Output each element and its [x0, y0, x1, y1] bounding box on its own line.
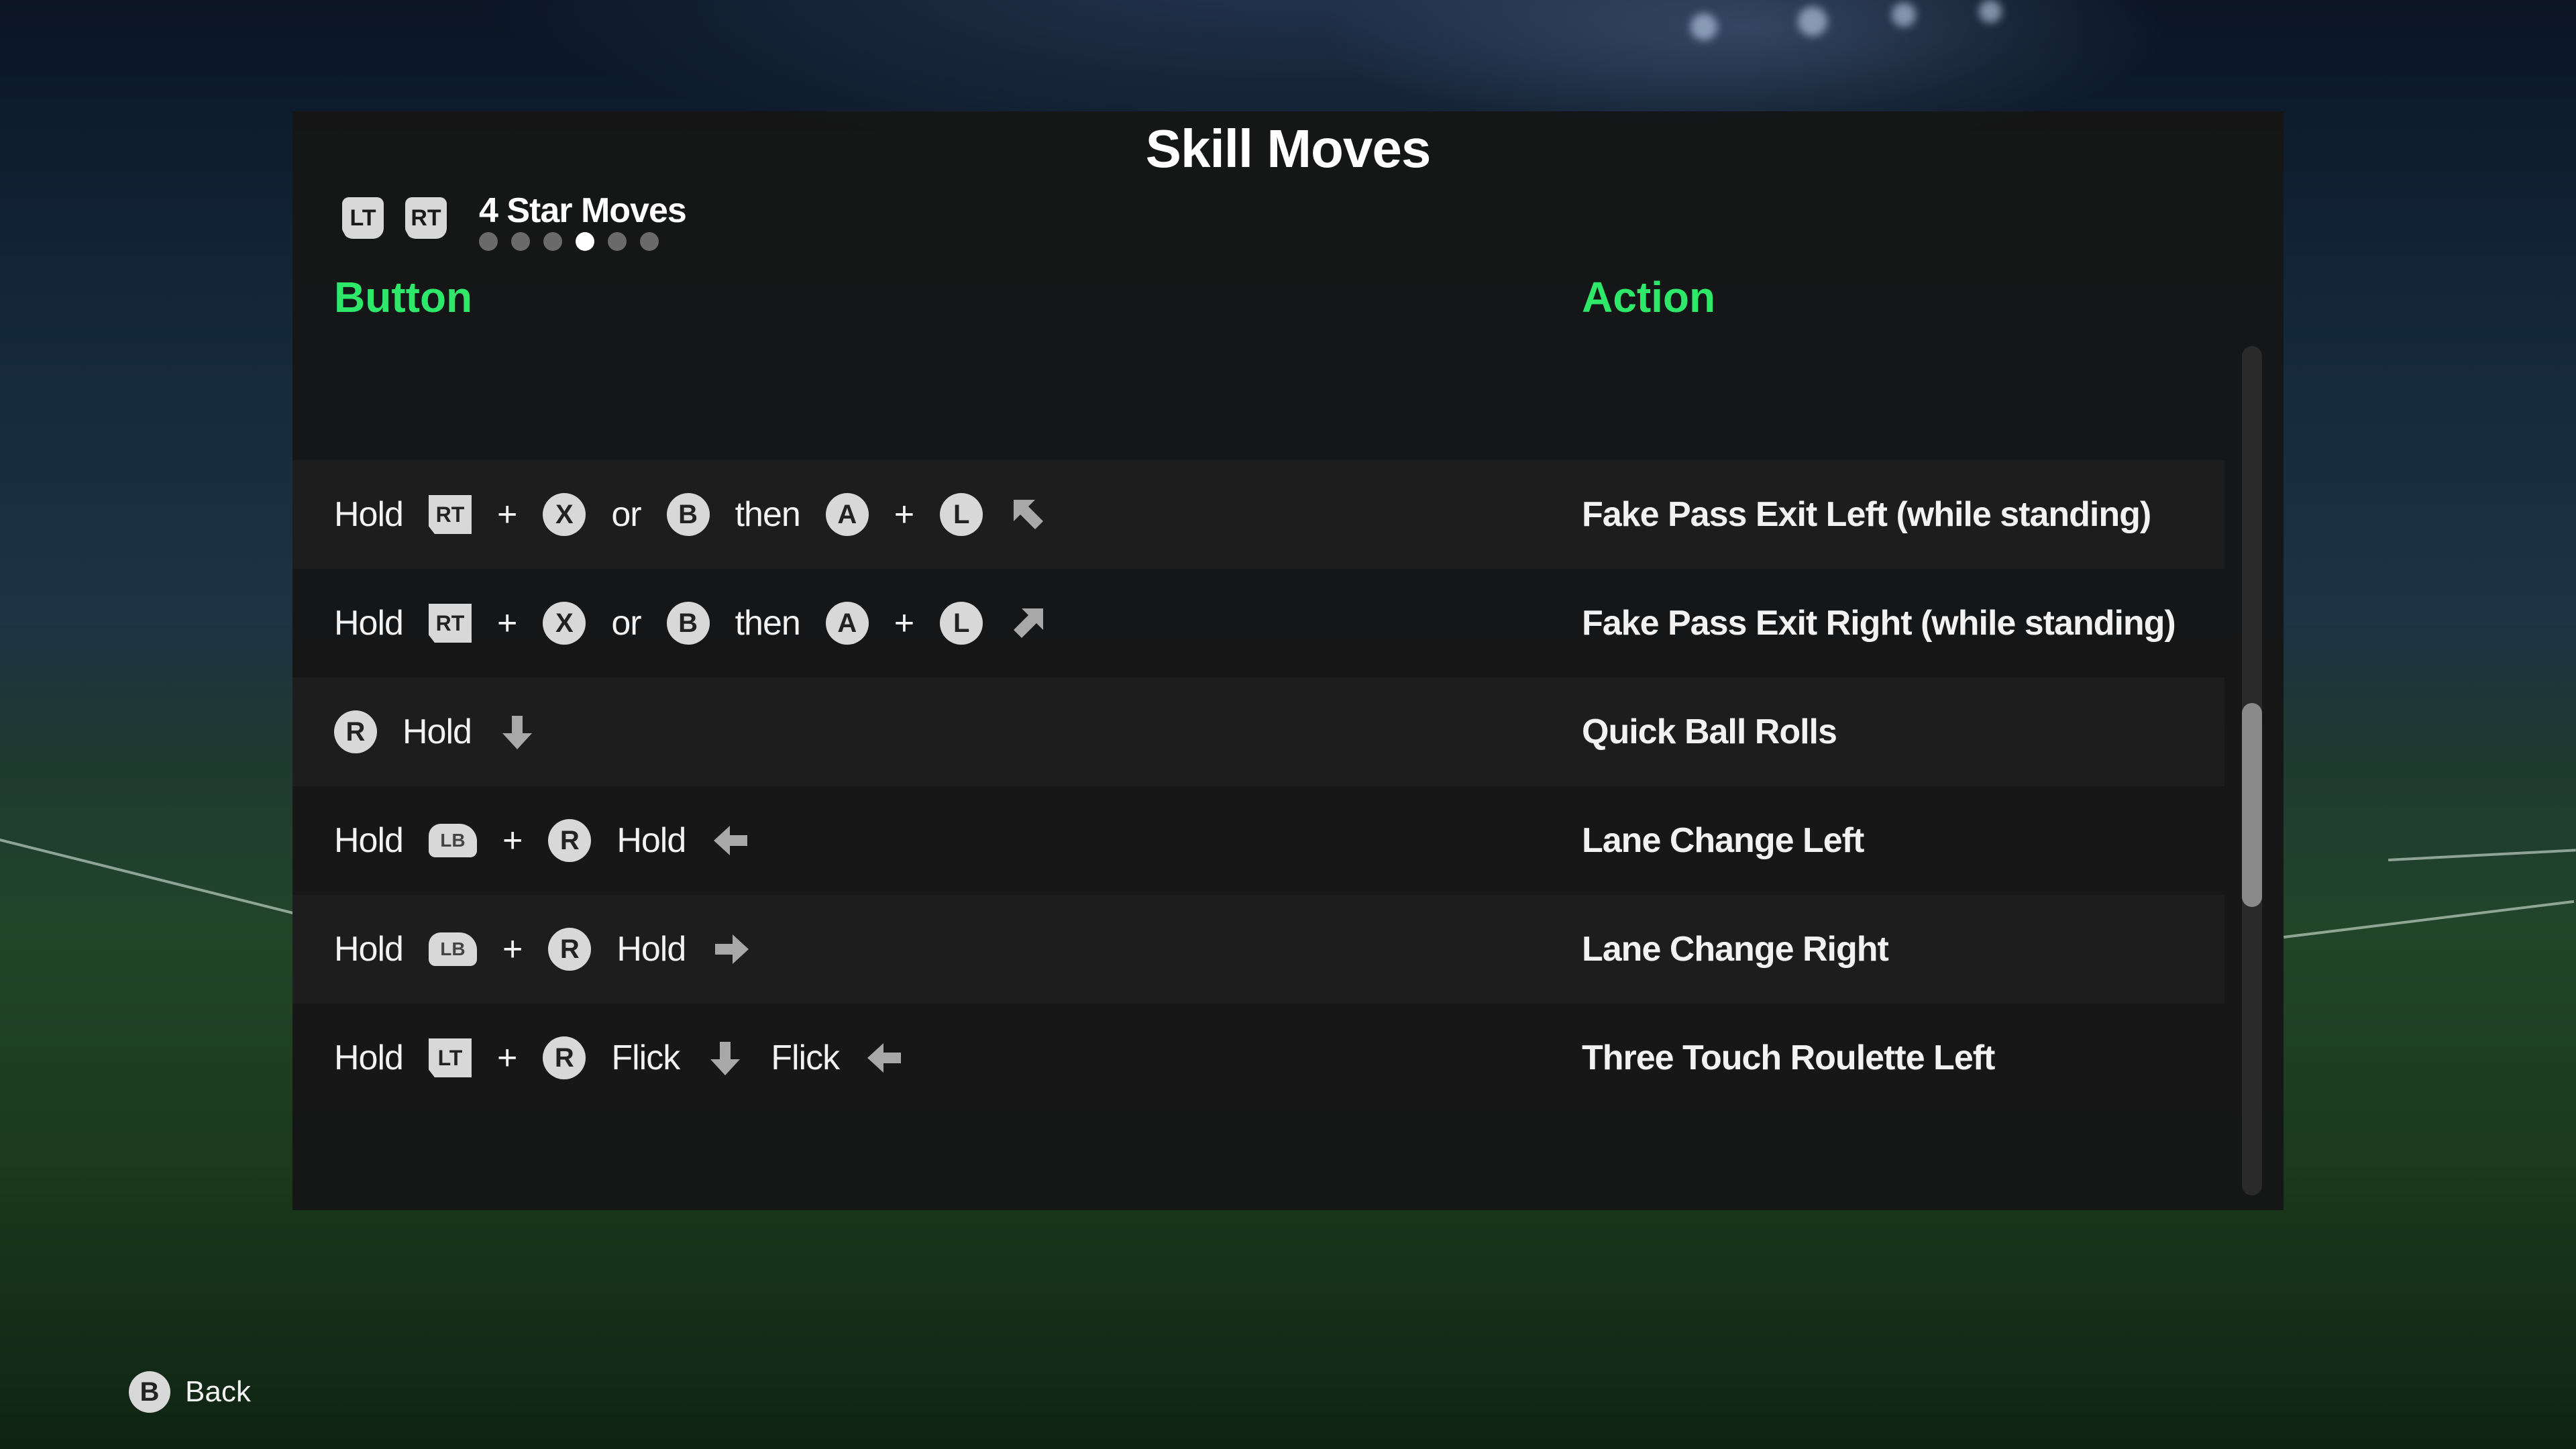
skill-move-row[interactable]: Hold RT + Xor Bthen A + L Fake Pass Exit Right (…: [292, 569, 2224, 678]
pitch-line: [0, 839, 307, 918]
scrollbar[interactable]: [2242, 346, 2262, 1195]
button-combo: Hold RT + Xor Bthen A + L: [334, 602, 1074, 645]
skill-move-row[interactable]: Hold LB + R Hold Lane Change Right: [292, 895, 2224, 1004]
column-header-action: Action: [1582, 273, 1716, 321]
arrow-up-right-icon: [1008, 603, 1049, 643]
plus-sign: +: [894, 604, 915, 643]
combo-text: then: [735, 495, 801, 534]
x-button-icon: X: [543, 493, 586, 536]
back-label: Back: [185, 1375, 251, 1408]
combo-text: then: [735, 604, 801, 643]
skill-move-list: Hold RT + Xor Bthen A + L Fake Pass Exit Left (w…: [292, 350, 2224, 1112]
r-button-icon: R: [548, 928, 592, 971]
stadium-light: [1690, 13, 1717, 40]
prev-category-trigger[interactable]: LT: [342, 197, 384, 239]
plus-sign: +: [496, 1038, 518, 1077]
l-button-icon: L: [940, 493, 983, 536]
page-dot: [511, 232, 530, 251]
plus-sign: +: [894, 495, 915, 534]
lt-trigger-icon: LT: [428, 1038, 472, 1077]
lb-bumper-icon: LB: [428, 824, 477, 857]
rt-trigger-icon: RT: [428, 604, 472, 643]
combo-text: Hold: [402, 712, 472, 751]
rt-trigger-icon: RT: [428, 495, 472, 534]
page-dot: [576, 232, 594, 251]
combo-text: or: [611, 495, 641, 534]
combo-text: Hold: [334, 1038, 404, 1077]
button-combo: Hold RT + Xor Bthen A + L: [334, 493, 1074, 536]
pitch-line: [2388, 849, 2576, 861]
action-label: Fake Pass Exit Right (while standing): [1582, 604, 2176, 643]
next-category-trigger[interactable]: RT: [405, 197, 447, 239]
stadium-light: [1979, 0, 2002, 23]
page-dot: [640, 232, 659, 251]
back-button[interactable]: B Back: [129, 1371, 251, 1413]
skill-move-row[interactable]: R Hold Quick Ball Rolls: [292, 678, 2224, 786]
category-title: 4 Star Moves: [479, 191, 687, 230]
skill-moves-panel: Skill Moves LT RT 4 Star Moves Button Ac…: [292, 111, 2284, 1210]
x-button-icon: X: [543, 602, 586, 645]
combo-text: Hold: [334, 821, 404, 860]
scrollbar-thumb[interactable]: [2242, 703, 2262, 907]
action-label: Three Touch Roulette Left: [1582, 1038, 1995, 1077]
page-indicator: [479, 232, 659, 251]
combo-text: Flick: [771, 1038, 840, 1077]
arrow-up-left-icon: [1008, 494, 1049, 535]
combo-text: Hold: [616, 930, 686, 969]
lb-bumper-icon: LB: [428, 932, 477, 966]
b-button-icon: B: [666, 493, 710, 536]
combo-text: Flick: [611, 1038, 680, 1077]
page-dot: [543, 232, 562, 251]
column-header-button: Button: [334, 273, 473, 321]
skill-move-row[interactable]: Hold LB + R Hold Lane Change Left: [292, 786, 2224, 895]
page-dot: [608, 232, 627, 251]
skill-move-row[interactable]: Hold RT + Xor Bthen A + L Fake Pass Exit Left (w…: [292, 460, 2224, 569]
button-combo: Hold LB + R Hold: [334, 928, 777, 971]
skill-move-row[interactable]: Hold LT + R Flick Flick Three Touch Roulette L…: [292, 1004, 2224, 1112]
arrow-down-icon: [705, 1038, 745, 1078]
button-combo: Hold LB + R Hold: [334, 819, 777, 862]
r-button-icon: R: [543, 1036, 586, 1079]
r-button-icon: R: [548, 819, 592, 862]
action-label: Fake Pass Exit Left (while standing): [1582, 495, 2151, 534]
stadium-light: [1892, 3, 1916, 27]
a-button-icon: A: [825, 493, 869, 536]
a-button-icon: A: [825, 602, 869, 645]
r-button-icon: R: [334, 710, 377, 753]
combo-text: Hold: [616, 821, 686, 860]
action-label: Lane Change Right: [1582, 930, 1889, 969]
action-label: Quick Ball Rolls: [1582, 712, 1837, 751]
combo-text: or: [611, 604, 641, 643]
pitch-line: [2284, 900, 2575, 938]
button-combo: Hold LT + R Flick Flick: [334, 1036, 930, 1079]
arrow-left-icon: [865, 1038, 905, 1078]
plus-sign: +: [502, 821, 523, 860]
combo-text: Hold: [334, 495, 404, 534]
page-dot: [479, 232, 498, 251]
combo-text: Hold: [334, 930, 404, 969]
stadium-light: [1798, 7, 1827, 36]
arrow-right-icon: [711, 929, 751, 969]
combo-text: Hold: [334, 604, 404, 643]
page-title: Skill Moves: [1145, 119, 1432, 178]
b-button-icon: B: [129, 1371, 170, 1413]
button-combo: R Hold: [334, 710, 563, 753]
plus-sign: +: [496, 604, 518, 643]
plus-sign: +: [496, 495, 518, 534]
plus-sign: +: [502, 930, 523, 969]
l-button-icon: L: [940, 602, 983, 645]
b-button-icon: B: [666, 602, 710, 645]
arrow-down-icon: [497, 712, 537, 752]
action-label: Lane Change Left: [1582, 821, 1864, 860]
arrow-left-icon: [711, 820, 751, 861]
